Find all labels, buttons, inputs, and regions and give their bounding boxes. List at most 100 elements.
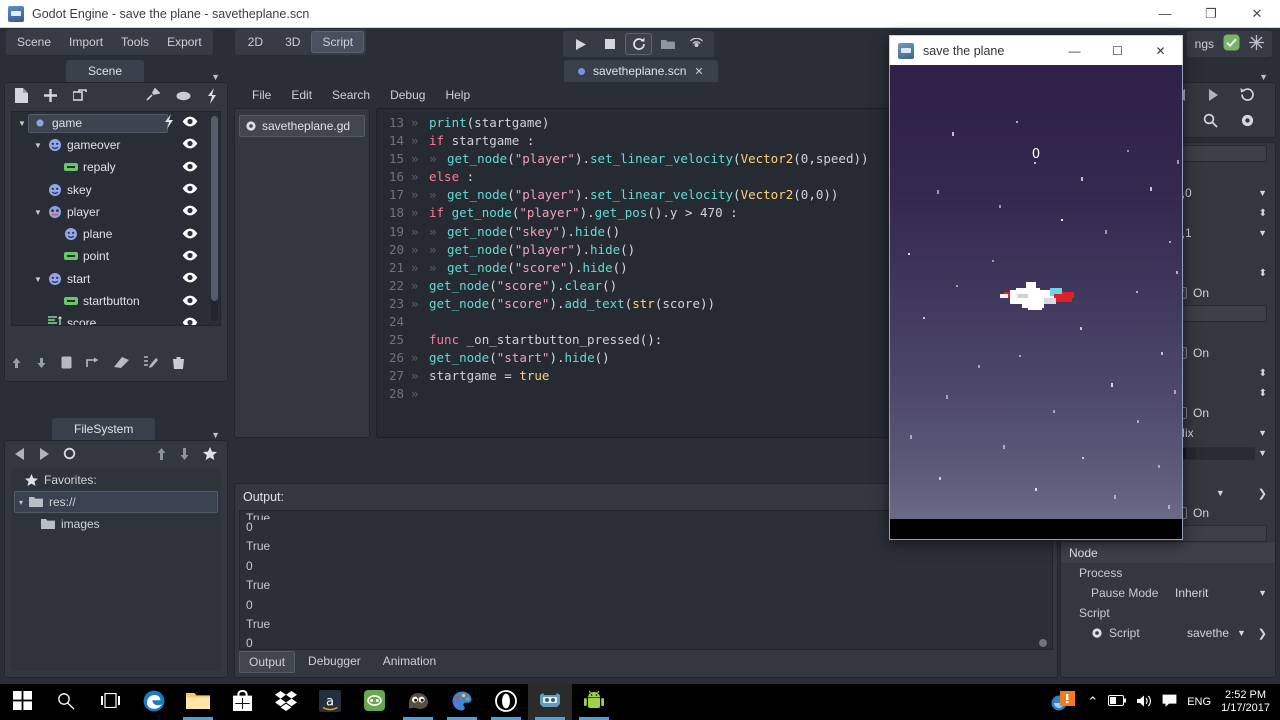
viewport-mode-script[interactable]: Script (311, 31, 365, 53)
script-menu-edit[interactable]: Edit (283, 85, 320, 105)
clock[interactable]: 2:52 PM 1/17/2017 (1221, 689, 1270, 715)
group-icon[interactable] (176, 90, 191, 105)
minimize-button[interactable]: — (1142, 0, 1188, 28)
duplicate-icon[interactable] (61, 356, 72, 372)
viewport-mode-2d[interactable]: 2D (237, 31, 274, 53)
close-icon[interactable]: ✕ (694, 65, 703, 78)
scene-tree-item[interactable]: point (12, 246, 220, 268)
chevron-up-icon[interactable]: ⌃ (1087, 694, 1098, 710)
visibility-toggle-icon[interactable] (182, 295, 198, 309)
tree-twist-icon[interactable]: ▼ (34, 275, 44, 284)
tab-output[interactable]: Output (239, 651, 296, 673)
settings-label[interactable]: ngs (1195, 37, 1214, 51)
taskbar-dropbox[interactable] (264, 684, 308, 720)
taskbar-android-studio[interactable] (572, 684, 616, 720)
tab-animation[interactable]: Animation (374, 651, 445, 673)
filesystem-item[interactable]: Favorites: (11, 469, 221, 491)
menu-tools[interactable]: Tools (112, 31, 158, 53)
chevron-down-icon[interactable]: ▼ (1258, 188, 1267, 198)
add-node-icon[interactable] (44, 89, 57, 105)
chevron-down-icon[interactable]: ▼ (1258, 448, 1267, 458)
scene-tree-item-row[interactable]: repaly (60, 159, 122, 176)
taskbar-task-view[interactable] (88, 684, 132, 720)
action-center-icon[interactable] (1162, 694, 1177, 711)
script-file-item[interactable]: savetheplane.gd (239, 115, 365, 137)
scene-tree-item-row[interactable]: game (28, 113, 168, 133)
chevron-right-icon[interactable]: ❯ (1258, 487, 1267, 500)
script-menu-help[interactable]: Help (437, 85, 478, 105)
scene-tree-item-row[interactable]: gameover (44, 137, 126, 154)
viewport-mode-3d[interactable]: 3D (274, 31, 311, 53)
taskbar-evernote[interactable] (352, 684, 396, 720)
visibility-toggle-icon[interactable] (182, 317, 198, 325)
script-menu-debug[interactable]: Debug (382, 85, 433, 105)
taskbar-edge-browser[interactable] (132, 684, 176, 720)
taskbar-start-button[interactable] (0, 684, 44, 720)
play-icon[interactable] (567, 33, 594, 55)
scene-tree[interactable]: ▼ game ▼ gameover repaly skey ▼ player plane poin… (11, 111, 221, 326)
settings-gear-icon[interactable] (1240, 113, 1255, 131)
output-resize-grip[interactable] (1039, 639, 1047, 647)
menu-import[interactable]: Import (60, 31, 112, 53)
scene-tree-item[interactable]: skey (12, 179, 220, 201)
filesystem-item[interactable]: images (11, 513, 221, 535)
check-circle-icon[interactable] (1223, 34, 1240, 54)
game-viewport[interactable]: 0 (889, 65, 1183, 540)
tab-filesystem[interactable]: FileSystem (52, 418, 156, 440)
taskbar-file-explorer[interactable] (176, 684, 220, 720)
maximize-button[interactable]: ☐ (1096, 36, 1139, 66)
script-menu-file[interactable]: File (244, 85, 279, 105)
taskbar-gimp[interactable] (396, 684, 440, 720)
script-link-icon[interactable] (145, 87, 161, 106)
color-ramp[interactable] (1175, 446, 1255, 460)
stop-icon[interactable] (596, 33, 623, 55)
scene-tree-item-row[interactable]: startbutton (60, 293, 146, 310)
visibility-toggle-icon[interactable] (182, 183, 198, 197)
scene-tree-item-row[interactable]: score (44, 315, 102, 325)
history-icon[interactable] (1240, 87, 1255, 105)
forward-icon[interactable] (39, 447, 49, 463)
move-up-icon[interactable] (11, 357, 22, 372)
volume-icon[interactable] (1136, 694, 1152, 711)
scene-tree-scrollbar[interactable] (211, 116, 218, 321)
move-down-icon[interactable] (36, 357, 47, 372)
spinner-icon[interactable]: ⬍ (1259, 388, 1267, 398)
spinner-icon[interactable]: ⬍ (1259, 268, 1267, 278)
tree-twist-icon[interactable]: ▼ (34, 208, 44, 217)
reparent-icon[interactable] (86, 357, 99, 372)
back-icon[interactable] (15, 447, 25, 463)
inspector-dock-menu-icon[interactable]: ▼ (1259, 72, 1268, 82)
scene-tree-item-row[interactable]: start (44, 271, 96, 288)
scene-tree-item-row[interactable]: skey (44, 182, 98, 199)
reload-icon[interactable] (625, 33, 652, 55)
refresh-icon[interactable] (63, 447, 76, 463)
favorite-icon[interactable] (203, 447, 217, 463)
inspector-enum-row[interactable]: Pause Mode Inherit ▼ (1061, 583, 1275, 603)
script-icon[interactable] (207, 87, 217, 107)
taskbar-microsoft-store[interactable] (220, 684, 264, 720)
chevron-down-icon[interactable]: ▼ (1258, 228, 1267, 238)
scene-tree-item-row[interactable]: point (60, 248, 115, 265)
scene-tree-item[interactable]: ▼ gameover (12, 134, 220, 156)
down-icon[interactable] (180, 447, 189, 463)
remote-debug-icon[interactable] (683, 33, 710, 55)
taskbar-amazon[interactable]: a (308, 684, 352, 720)
delete-icon[interactable] (172, 356, 185, 373)
battery-icon[interactable] (1108, 695, 1127, 709)
open-scene-icon[interactable] (113, 356, 130, 372)
new-scene-icon[interactable] (15, 88, 28, 106)
scene-tree-item-row[interactable]: player (44, 204, 106, 221)
visibility-toggle-icon[interactable] (182, 205, 198, 219)
script-menu-search[interactable]: Search (324, 85, 378, 105)
scene-tree-item[interactable]: ▼ start (12, 268, 220, 290)
tab-scene[interactable]: Scene (66, 60, 145, 82)
search-icon[interactable] (1203, 113, 1218, 131)
visibility-toggle-icon[interactable] (182, 161, 198, 175)
scene-tree-item[interactable]: ▼ game (12, 112, 220, 134)
forward-icon[interactable] (1208, 88, 1218, 104)
maximize-button[interactable]: ❐ (1188, 0, 1234, 28)
close-button[interactable]: ✕ (1139, 36, 1182, 66)
script-icon[interactable] (164, 114, 174, 132)
chevron-down-icon[interactable]: ▼ (1258, 588, 1267, 598)
close-button[interactable]: ✕ (1234, 0, 1280, 28)
